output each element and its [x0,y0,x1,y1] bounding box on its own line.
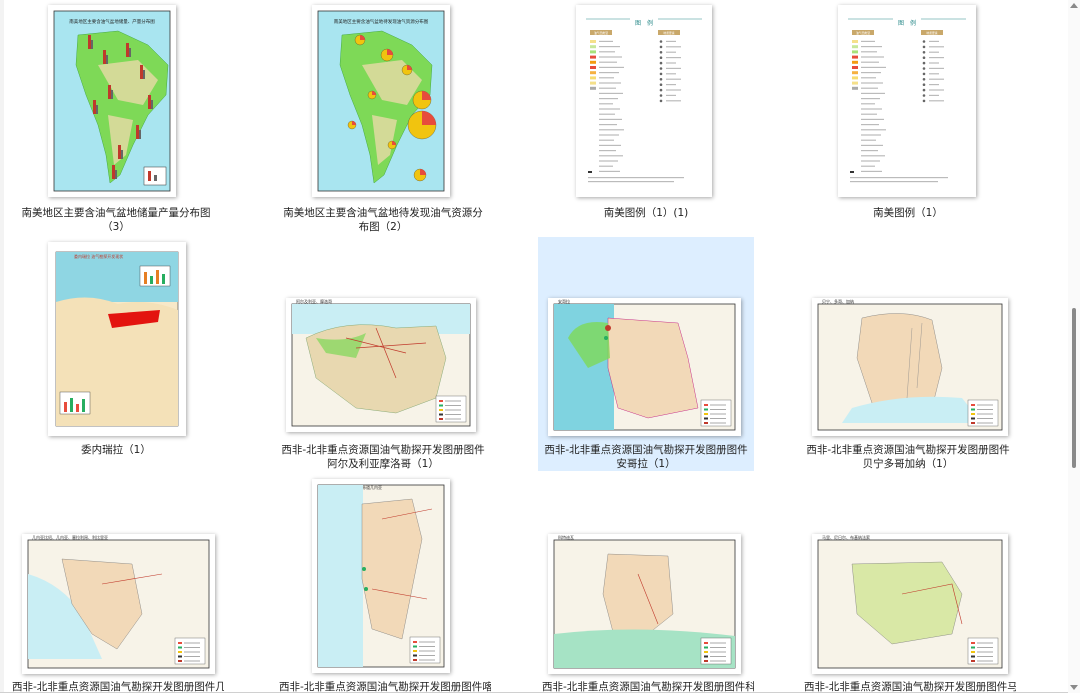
file-thumbnail[interactable]: 南美地区主要含油气盆地待发现油气资源分布图 [312,5,450,197]
map-title: 安哥拉 [558,298,570,304]
map-title: 图 例 [635,19,653,27]
scroll-down-arrow-icon[interactable] [1070,685,1078,690]
map-title: 南美地区主要含油气盆地待发现油气资源分布图 [334,18,429,25]
scroll-up-arrow-icon[interactable] [1070,3,1078,8]
map-title: 委内瑞拉 油气勘探开发现状 [74,253,123,259]
file-thumbnail[interactable]: 几内亚比绍、几内亚、塞拉利昂、利比里亚 [22,534,215,674]
file-name-label[interactable]: 南美地区主要含油气盆地储量产量分布图（3） [8,206,224,234]
map-title: 马里、尼日尔、布基纳法索 [822,534,870,540]
vertical-scrollbar[interactable] [1068,0,1080,693]
file-thumbnail[interactable]: 科特迪瓦 [548,534,741,674]
legend-header-right: 地质要素 [926,31,937,35]
scrollbar-thumb[interactable] [1072,308,1076,468]
file-thumbnail[interactable]: 马里、尼日尔、布基纳法索 [812,534,1008,674]
file-thumbnail[interactable]: 南美地区主要含油气盆地储量、产量分布图 [48,5,176,197]
file-name-label[interactable]: 西非-北非重点资源国油气勘探开发图册图件阿尔及利亚摩洛哥（1） [275,443,491,471]
file-thumbnail[interactable]: 委内瑞拉 油气勘探开发现状 [48,242,186,436]
map-title: 科特迪瓦 [558,534,574,540]
legend-header-left: 油气田类型 [856,31,870,35]
file-thumbnail[interactable]: 喀麦隆、加蓬、刚果、赤道几内亚 [312,479,450,673]
window-edge [0,0,4,693]
file-thumbnail[interactable]: 阿尔及利亚、摩洛哥 [286,298,476,432]
file-name-label[interactable]: 南美地区主要含油气盆地待发现油气资源分布图（2） [275,206,491,234]
map-title: 南美地区主要含油气盆地储量、产量分布图 [69,18,155,25]
map-title: 贝宁、多哥、加纳 [822,298,854,304]
file-thumbnail[interactable]: 图 例油气田类型 地质要素 [576,5,712,197]
map-title: 图 例 [898,19,916,27]
map-title: 阿尔及利亚、摩洛哥 [296,298,332,304]
file-thumbnail[interactable]: 图 例油气田类型 地质要素 [838,5,976,197]
file-thumbnail[interactable]: 贝宁、多哥、加纳 [812,298,1008,436]
map-title: 几内亚比绍、几内亚、塞拉利昂、利比里亚 [32,534,108,540]
file-name-label[interactable]: 西非-北非重点资源国油气勘探开发图册图件安哥拉（1） [538,443,754,471]
file-name-label[interactable]: 委内瑞拉（1） [8,443,224,457]
legend-header-right: 地质要素 [663,31,674,35]
file-name-label[interactable]: 南美图例（1） [800,206,1016,220]
file-thumbnail[interactable]: 安哥拉 [548,298,741,436]
file-name-label[interactable]: 南美图例（1）(1) [538,206,754,220]
legend-header-left: 油气田类型 [594,31,608,35]
file-name-label[interactable]: 西非-北非重点资源国油气勘探开发图册图件贝宁多哥加纳（1） [800,443,1016,471]
